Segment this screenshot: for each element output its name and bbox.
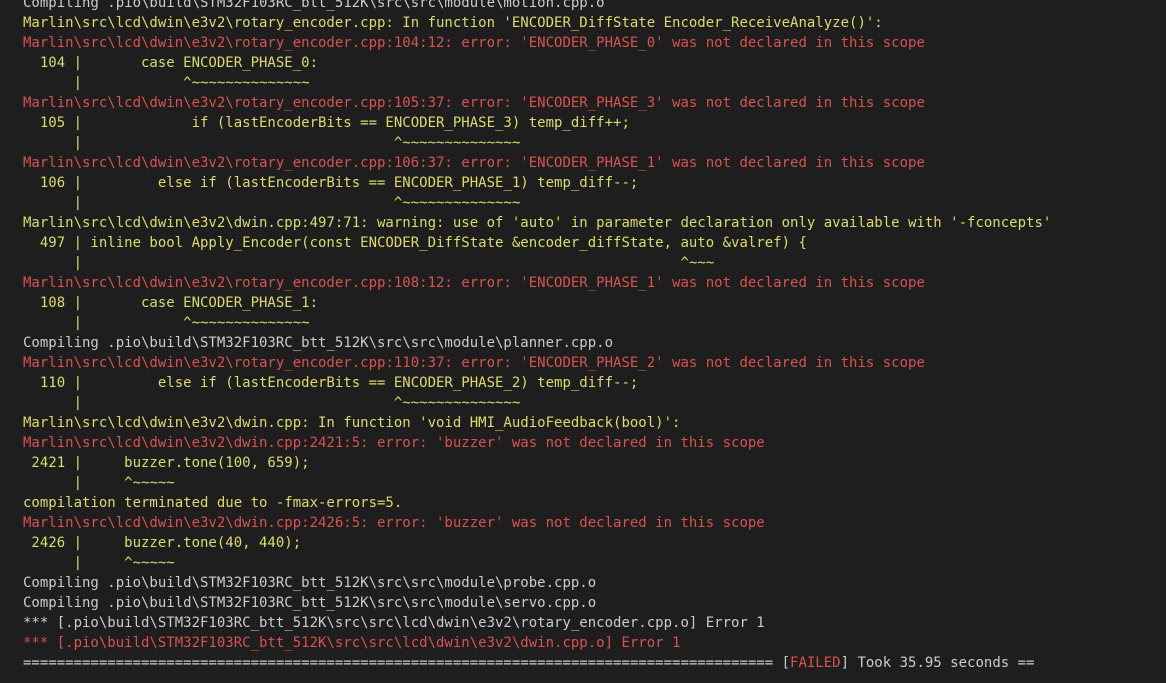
build-status-failed: FAILED — [790, 655, 841, 671]
line-text: Compiling .pio\build\STM32F103RC_btt_512… — [23, 595, 597, 611]
line-text: 108 | case ENCODER_PHASE_1: — [23, 295, 319, 311]
terminal-line: 110 | else if (lastEncoderBits == ENCODE… — [0, 373, 1166, 393]
terminal-line: | ^~~~ — [0, 253, 1166, 273]
line-text: | ^~~~~~~~~~~~~~~ — [23, 135, 521, 151]
terminal-line: | ^~~~~~~~~~~~~~~ — [0, 73, 1166, 93]
line-text: Marlin\src\lcd\dwin\e3v2\dwin.cpp:2421:5… — [23, 435, 765, 451]
line-text: *** [.pio\build\STM32F103RC_btt_512K\src… — [23, 615, 765, 631]
terminal-lines: Compiling .pio\build\STM32F103RC_btt_512… — [0, 0, 1166, 673]
terminal-line: Compiling .pio\build\STM32F103RC_btt_512… — [0, 333, 1166, 353]
summary-bracket-close: ] — [840, 655, 858, 671]
terminal-line: Marlin\src\lcd\dwin\e3v2\rotary_encoder.… — [0, 33, 1166, 53]
line-text: Marlin\src\lcd\dwin\e3v2\rotary_encoder.… — [23, 95, 925, 111]
line-text: Marlin\src\lcd\dwin\e3v2\rotary_encoder.… — [23, 275, 925, 291]
terminal-line: 2421 | buzzer.tone(100, 659); — [0, 453, 1166, 473]
terminal-line: Marlin\src\lcd\dwin\e3v2\dwin.cpp: In fu… — [0, 413, 1166, 433]
line-text: | ^~~~~~ — [23, 555, 175, 571]
line-text: Marlin\src\lcd\dwin\e3v2\dwin.cpp: In fu… — [23, 415, 681, 431]
line-text: 497 | inline bool Apply_Encoder(const EN… — [23, 235, 807, 251]
line-text: Marlin\src\lcd\dwin\e3v2\rotary_encoder.… — [23, 155, 925, 171]
terminal-line: Compiling .pio\build\STM32F103RC_btt_512… — [0, 573, 1166, 593]
line-text: | ^~~~~~~~~~~~~~~ — [23, 395, 521, 411]
terminal-line: Marlin\src\lcd\dwin\e3v2\rotary_encoder.… — [0, 13, 1166, 33]
terminal-output-panel[interactable]: Compiling .pio\build\STM32F103RC_btt_512… — [0, 0, 1166, 683]
line-text: 2426 | buzzer.tone(40, 440); — [23, 535, 302, 551]
terminal-line: Marlin\src\lcd\dwin\e3v2\rotary_encoder.… — [0, 153, 1166, 173]
line-text: Marlin\src\lcd\dwin\e3v2\rotary_encoder.… — [23, 15, 883, 31]
terminal-line: 105 | if (lastEncoderBits == ENCODER_PHA… — [0, 113, 1166, 133]
line-text: compilation terminated due to -fmax-erro… — [23, 495, 403, 511]
line-text: 105 | if (lastEncoderBits == ENCODER_PHA… — [23, 115, 630, 131]
terminal-line: Marlin\src\lcd\dwin\e3v2\rotary_encoder.… — [0, 353, 1166, 373]
summary-bracket-open: [ — [773, 655, 791, 671]
build-duration: Took 35.95 seconds == — [857, 655, 1035, 671]
line-text: Marlin\src\lcd\dwin\e3v2\rotary_encoder.… — [23, 35, 925, 51]
build-summary-line: ========================================… — [0, 653, 1166, 673]
line-text: | ^~~~~~~~~~~~~~~ — [23, 75, 310, 91]
line-text: Compiling .pio\build\STM32F103RC_btt_512… — [23, 575, 597, 591]
terminal-line: compilation terminated due to -fmax-erro… — [0, 493, 1166, 513]
terminal-line: | ^~~~~~ — [0, 553, 1166, 573]
terminal-line: | ^~~~~~ — [0, 473, 1166, 493]
line-text: Marlin\src\lcd\dwin\e3v2\rotary_encoder.… — [23, 355, 925, 371]
line-text: Marlin\src\lcd\dwin\e3v2\dwin.cpp:2426:5… — [23, 515, 765, 531]
terminal-line: | ^~~~~~~~~~~~~~~ — [0, 193, 1166, 213]
terminal-line: 106 | else if (lastEncoderBits == ENCODE… — [0, 173, 1166, 193]
line-text: | ^~~~~~~~~~~~~~~ — [23, 195, 521, 211]
terminal-line: Marlin\src\lcd\dwin\e3v2\dwin.cpp:2426:5… — [0, 513, 1166, 533]
terminal-line: Marlin\src\lcd\dwin\e3v2\rotary_encoder.… — [0, 273, 1166, 293]
line-text: | ^~~~~~ — [23, 475, 175, 491]
line-text: Compiling .pio\build\STM32F103RC_btt_512… — [23, 0, 605, 11]
line-text: | ^~~~ — [23, 255, 715, 271]
terminal-line: *** [.pio\build\STM32F103RC_btt_512K\src… — [0, 613, 1166, 633]
line-text: Compiling .pio\build\STM32F103RC_btt_512… — [23, 335, 614, 351]
terminal-line: *** [.pio\build\STM32F103RC_btt_512K\src… — [0, 633, 1166, 653]
line-text: 110 | else if (lastEncoderBits == ENCODE… — [23, 375, 639, 391]
terminal-line: Marlin\src\lcd\dwin\e3v2\rotary_encoder.… — [0, 93, 1166, 113]
terminal-line: 2426 | buzzer.tone(40, 440); — [0, 533, 1166, 553]
terminal-line: | ^~~~~~~~~~~~~~~ — [0, 393, 1166, 413]
terminal-line: | ^~~~~~~~~~~~~~~ — [0, 133, 1166, 153]
line-text: | ^~~~~~~~~~~~~~~ — [23, 315, 310, 331]
terminal-line: Marlin\src\lcd\dwin\e3v2\dwin.cpp:497:71… — [0, 213, 1166, 233]
line-text: 2421 | buzzer.tone(100, 659); — [23, 455, 310, 471]
line-text: 104 | case ENCODER_PHASE_0: — [23, 55, 319, 71]
line-text: *** [.pio\build\STM32F103RC_btt_512K\src… — [23, 635, 681, 651]
line-text: Marlin\src\lcd\dwin\e3v2\dwin.cpp:497:71… — [23, 215, 1052, 231]
terminal-line: Marlin\src\lcd\dwin\e3v2\dwin.cpp:2421:5… — [0, 433, 1166, 453]
terminal-line: Compiling .pio\build\STM32F103RC_btt_512… — [0, 593, 1166, 613]
terminal-line: 108 | case ENCODER_PHASE_1: — [0, 293, 1166, 313]
terminal-line: 104 | case ENCODER_PHASE_0: — [0, 53, 1166, 73]
line-text: 106 | else if (lastEncoderBits == ENCODE… — [23, 175, 639, 191]
terminal-line: | ^~~~~~~~~~~~~~~ — [0, 313, 1166, 333]
summary-rule: ========================================… — [23, 655, 774, 671]
terminal-line: 497 | inline bool Apply_Encoder(const EN… — [0, 233, 1166, 253]
terminal-line: Compiling .pio\build\STM32F103RC_btt_512… — [0, 0, 1166, 13]
